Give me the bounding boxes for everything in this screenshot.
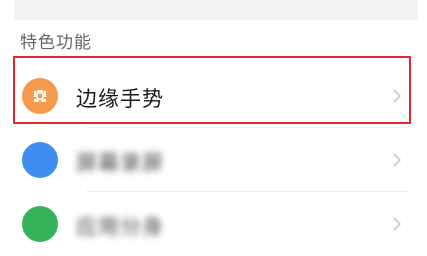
section-title: 特色功能 (20, 33, 92, 53)
settings-row-label: 应用分身 (76, 215, 164, 239)
screen-record-icon (22, 142, 58, 178)
app-clone-icon (22, 206, 58, 242)
settings-row-app-clone[interactable]: 应用分身 (14, 192, 418, 256)
edge-gesture-icon (22, 78, 58, 114)
top-separator-strip (14, 0, 418, 20)
chevron-right-icon (393, 217, 402, 231)
settings-row-screen-record[interactable]: 屏幕录屏 (14, 128, 418, 192)
chevron-right-icon (393, 153, 402, 167)
chevron-right-icon (393, 89, 402, 103)
settings-row-label: 屏幕录屏 (76, 151, 164, 175)
settings-row-edge-gesture[interactable]: 边缘手势 (14, 64, 418, 128)
settings-row-label: 边缘手势 (76, 87, 164, 111)
